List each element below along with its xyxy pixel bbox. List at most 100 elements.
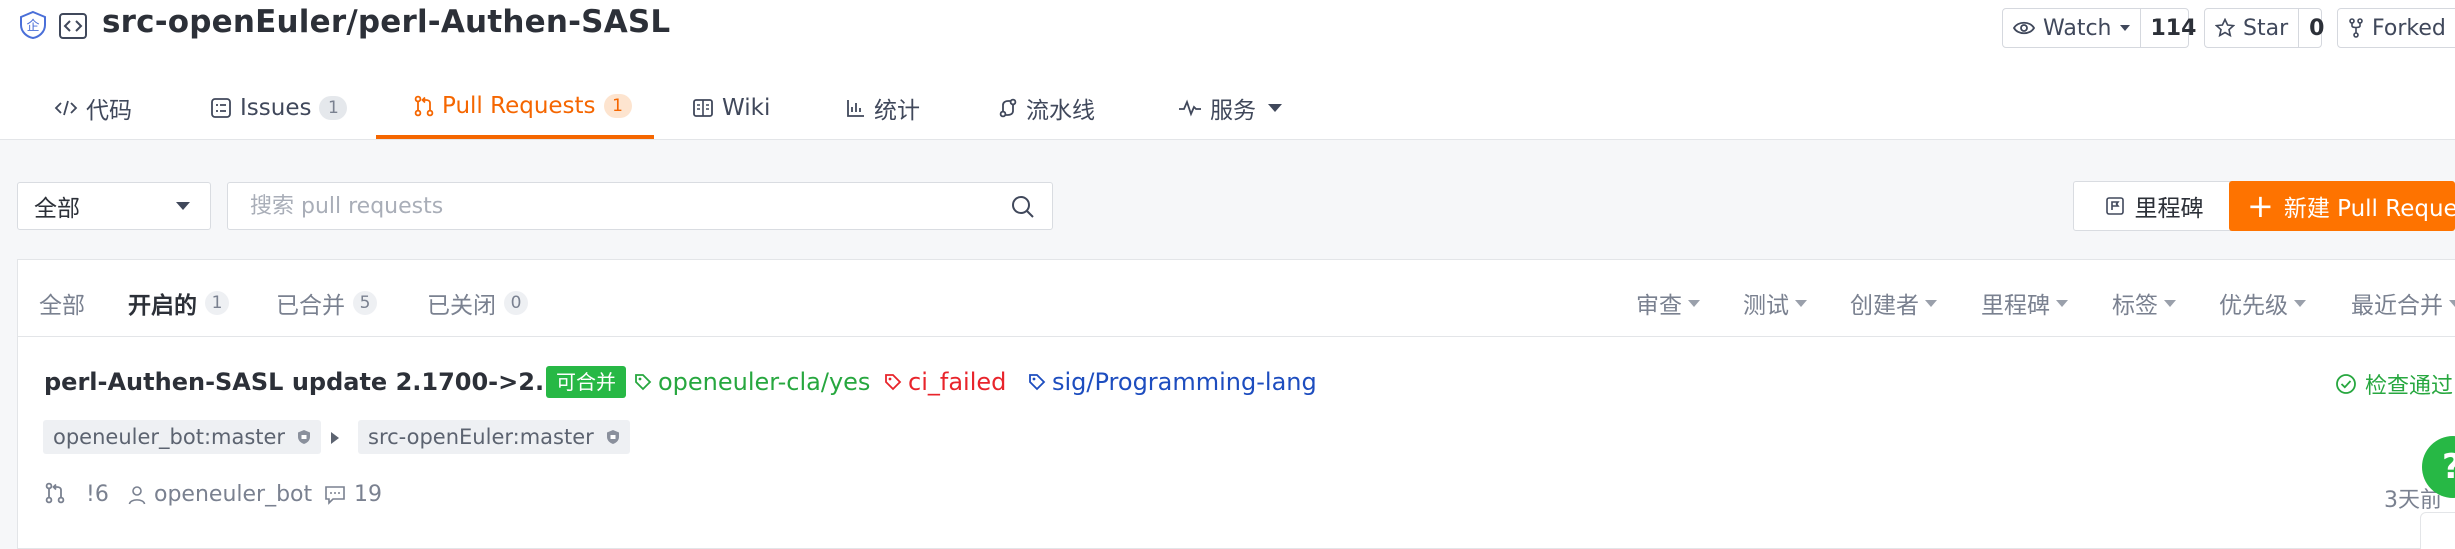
tab-stats[interactable]: 统计 (846, 76, 920, 139)
filter-sort[interactable]: 最近合并 (2351, 286, 2455, 320)
pr-type-indicator (45, 482, 73, 504)
pr-comments[interactable]: 19 (324, 482, 382, 507)
user-icon (128, 485, 146, 504)
target-branch[interactable]: src-openEuler:master (358, 420, 630, 454)
star-count[interactable]: 0 (2298, 9, 2334, 47)
fork-button[interactable]: Forked (2337, 8, 2455, 48)
tag-icon (885, 374, 902, 391)
tab-label: 代码 (86, 97, 132, 124)
pr-label-text: openeuler-cla/yes (658, 368, 871, 396)
fork-label: Forked (2372, 15, 2446, 41)
watch-button[interactable]: Watch 114 (2002, 8, 2196, 48)
repo-code-icon (59, 13, 87, 39)
pr-title-link[interactable]: perl-Authen-SASL update 2.1700->2.1800 (44, 368, 611, 396)
tab-label: Pull Requests (442, 92, 596, 119)
repo-tabs: 代码 Issues 1 Pull Requests 1 Wiki 统计 流水线 … (0, 76, 2455, 140)
chevron-down-icon (1688, 299, 1700, 307)
filter-label: 里程碑 (1981, 293, 2050, 319)
branch-name: src-openEuler:master (368, 425, 594, 449)
milestone-button[interactable]: 里程碑 (2073, 181, 2235, 231)
tab-code[interactable]: 代码 (54, 76, 132, 139)
tab-label: 统计 (874, 97, 920, 124)
pr-label-ci[interactable]: ci_failed (884, 368, 1006, 396)
issues-icon (211, 97, 231, 118)
filter-label: 最近合并 (2351, 293, 2443, 319)
state-count-badge: 1 (205, 291, 229, 315)
arrow-right-icon (331, 432, 339, 444)
check-status-text: 检查通过 (2365, 374, 2454, 399)
tab-pipeline[interactable]: 流水线 (998, 76, 1095, 139)
state-tab-merged[interactable]: 已合并 5 (276, 286, 377, 320)
author-name: openeuler_bot (154, 482, 313, 507)
fork-icon (2349, 18, 2363, 38)
shield-icon (298, 430, 311, 444)
check-circle-icon (2336, 374, 2356, 394)
state-count-badge: 5 (353, 291, 377, 315)
watch-count[interactable]: 114 (2139, 9, 2207, 47)
pr-id[interactable]: !6 (86, 482, 109, 507)
filter-label: 审查 (1636, 293, 1682, 319)
enterprise-shield-icon: 企 (20, 10, 46, 40)
new-pull-request-button[interactable]: + 新建 Pull Request (2229, 181, 2455, 231)
state-tab-closed[interactable]: 已关闭 0 (427, 286, 528, 320)
search-box[interactable] (227, 182, 1053, 230)
state-tab-open[interactable]: 开启的 1 (128, 286, 229, 320)
state-tab-label: 已关闭 (427, 293, 496, 319)
scope-select-value: 全部 (34, 196, 80, 222)
check-status[interactable]: 检查通过 (2335, 368, 2453, 400)
chevron-down-icon (1795, 299, 1807, 307)
chevron-down-icon (1925, 299, 1937, 307)
tab-label: 流水线 (1026, 97, 1095, 124)
source-branch[interactable]: openeuler_bot:master (43, 420, 322, 454)
pulse-icon (1179, 98, 1201, 117)
filter-priority[interactable]: 优先级 (2219, 286, 2306, 320)
comment-count: 19 (354, 482, 382, 507)
tab-count-badge: 1 (603, 93, 632, 118)
state-tab-label: 全部 (39, 293, 85, 319)
search-input[interactable] (228, 183, 1010, 229)
tag-icon (635, 374, 652, 391)
wiki-icon (693, 98, 713, 117)
repo-header: 企 src-openEuler/perl-Authen-SASL Watch 1… (0, 0, 2455, 56)
chevron-down-icon (1268, 103, 1282, 112)
star-button[interactable]: Star 0 (2204, 8, 2324, 48)
state-tab-all[interactable]: 全部 (39, 286, 85, 320)
filter-review[interactable]: 审查 (1636, 286, 1700, 320)
pr-label-text: ci_failed (908, 368, 1007, 396)
chevron-down-icon (2294, 299, 2306, 307)
pr-label-text: sig/Programming-lang (1052, 368, 1317, 396)
branch-name: openeuler_bot:master (53, 425, 286, 449)
code-icon (54, 100, 78, 115)
scope-select[interactable]: 全部 (17, 182, 211, 230)
tab-services[interactable]: 服务 (1178, 76, 1282, 139)
milestone-label: 里程碑 (2134, 196, 2204, 222)
tab-pull-requests[interactable]: Pull Requests 1 (376, 76, 654, 139)
svg-text:企: 企 (26, 18, 39, 34)
search-icon[interactable] (1010, 194, 1036, 220)
pr-id-text: !6 (86, 482, 109, 507)
chevron-down-icon (2056, 299, 2068, 307)
repo-title[interactable]: src-openEuler/perl-Authen-SASL (102, 4, 670, 40)
filter-test[interactable]: 测试 (1743, 286, 1807, 320)
feedback-widget[interactable] (2420, 512, 2455, 549)
tab-label: Issues (240, 94, 312, 121)
pr-author[interactable]: openeuler_bot (128, 482, 312, 507)
pr-label-sig[interactable]: sig/Programming-lang (1028, 368, 1317, 396)
filter-creator[interactable]: 创建者 (1850, 286, 1937, 320)
pipeline-icon (999, 98, 1017, 117)
pr-label-cla[interactable]: openeuler-cla/yes (634, 368, 870, 396)
eye-icon (2013, 21, 2035, 35)
pull-request-icon (414, 95, 434, 116)
tab-issues[interactable]: Issues 1 (210, 76, 348, 139)
tag-icon (1029, 374, 1046, 391)
shield-icon (606, 430, 619, 444)
new-pull-request-label: 新建 Pull Request (2283, 196, 2455, 222)
filter-label-dropdown[interactable]: 标签 (2112, 286, 2176, 320)
pull-request-list: 全部 开启的 1 已合并 5 已关闭 0 审查 测试 创建者 里程碑 标签 优先… (17, 259, 2455, 549)
watch-label: Watch (2043, 15, 2112, 41)
filter-label: 测试 (1743, 293, 1789, 319)
tab-wiki[interactable]: Wiki (692, 76, 770, 139)
chevron-down-icon (2449, 299, 2455, 307)
tab-label: Wiki (722, 94, 771, 121)
filter-milestone[interactable]: 里程碑 (1981, 286, 2068, 320)
